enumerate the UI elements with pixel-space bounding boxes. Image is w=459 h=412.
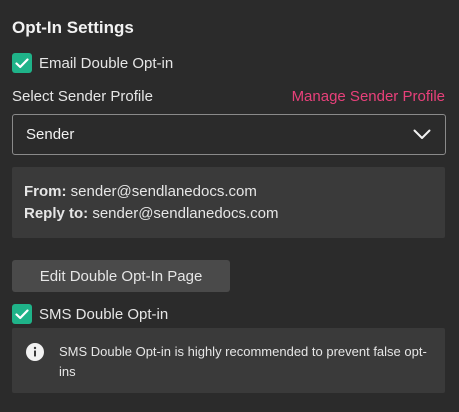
sender-profile-select[interactable]: Sender [12, 114, 446, 155]
sender-profile-selected-value: Sender [26, 126, 75, 143]
checkmark-icon [15, 57, 29, 68]
manage-sender-profile-link[interactable]: Manage Sender Profile [292, 88, 445, 105]
checkmark-icon [15, 308, 29, 319]
reply-to-key: Reply to: [24, 205, 89, 222]
email-double-optin-row: Email Double Opt-in [12, 52, 173, 74]
sender-details-box: From: sender@sendlanedocs.com Reply to: … [12, 167, 445, 238]
notice-text: SMS Double Opt-in is highly recommended … [59, 344, 427, 379]
info-icon [26, 343, 44, 361]
sms-double-optin-label[interactable]: SMS Double Opt-in [39, 306, 168, 323]
section-title: Opt-In Settings [12, 18, 134, 37]
email-double-optin-label[interactable]: Email Double Opt-in [39, 55, 173, 72]
from-value: sender@sendlanedocs.com [70, 183, 257, 200]
reply-to-value: sender@sendlanedocs.com [92, 205, 279, 222]
reply-to-line: Reply to: sender@sendlanedocs.com [24, 203, 445, 225]
from-line: From: sender@sendlanedocs.com [24, 181, 445, 203]
edit-double-optin-page-button[interactable]: Edit Double Opt-In Page [12, 260, 230, 292]
chevron-down-icon [413, 129, 431, 139]
email-double-optin-checkbox[interactable] [12, 53, 32, 73]
sms-double-optin-checkbox[interactable] [12, 304, 32, 324]
sms-double-optin-row: SMS Double Opt-in [12, 303, 168, 325]
sms-recommendation-notice: SMS Double Opt-in is highly recommended … [12, 328, 445, 393]
sender-profile-label: Select Sender Profile [12, 88, 153, 105]
from-key: From: [24, 183, 67, 200]
opt-in-settings-panel: Opt-In Settings Email Double Opt-in Sele… [0, 0, 459, 412]
